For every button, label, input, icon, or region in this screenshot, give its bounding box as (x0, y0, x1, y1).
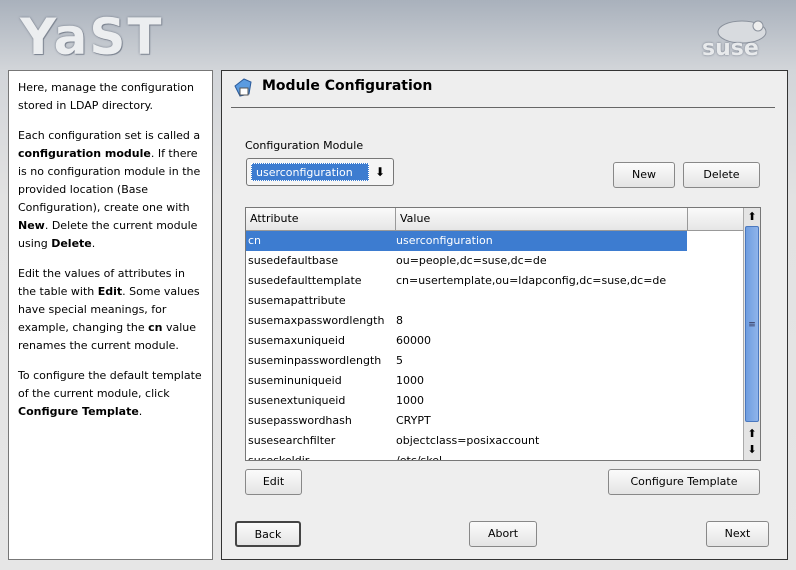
attribute-cell: susepasswordhash (248, 414, 352, 427)
help-paragraph: Edit the values of attributes in the tab… (18, 267, 200, 352)
table-row[interactable]: susemapattribute (246, 291, 687, 311)
scroll-up-icon[interactable]: ⬆ (745, 426, 759, 442)
table-row[interactable]: suseskeldir/etc/skel (246, 451, 687, 461)
table-row[interactable]: susemaxuniqueid 60000 (246, 331, 687, 351)
table-scrollbar[interactable]: ⬆ ≡ ⬆ ⬇ (743, 208, 760, 460)
edit-button[interactable]: Edit (245, 469, 302, 495)
table-row[interactable]: susedefaulttemplate cn=usertemplate,ou=ld… (246, 271, 687, 291)
suse-logo: suse (700, 14, 770, 64)
title-divider (231, 107, 775, 108)
table-row[interactable]: susesearchfilter objectclass=posixaccount (246, 431, 687, 451)
value-cell: 8 (396, 314, 403, 327)
attribute-cell: susenextuniqueid (248, 394, 346, 407)
help-paragraph: To configure the default template of the… (18, 369, 202, 418)
combo-label: Configuration Module (245, 139, 364, 152)
help-panel: Here, manage the configuration stored in… (8, 70, 213, 560)
value-cell: userconfiguration (396, 234, 493, 247)
attribute-cell: susemaxuniqueid (248, 334, 345, 347)
new-button[interactable]: New (613, 162, 675, 188)
delete-button[interactable]: Delete (683, 162, 760, 188)
attribute-table[interactable]: Attribute Value cn userconfiguration sused… (245, 207, 761, 461)
value-cell: 1000 (396, 374, 424, 387)
attribute-cell: susedefaulttemplate (248, 274, 362, 287)
table-row[interactable]: susemaxpasswordlength 8 (246, 311, 687, 331)
value-cell: 1000 (396, 394, 424, 407)
help-paragraph: Here, manage the configuration stored in… (18, 81, 195, 112)
scrollbar-thumb[interactable]: ≡ (745, 226, 759, 422)
value-cell: ou=people,dc=suse,dc=de (396, 254, 547, 267)
attribute-cell: suseskeldir (248, 454, 310, 461)
attribute-cell: susemapattribute (248, 294, 346, 307)
next-button[interactable]: Next (706, 521, 769, 547)
attribute-cell: susedefaultbase (248, 254, 339, 267)
table-row[interactable]: cn userconfiguration (246, 231, 687, 251)
attribute-cell: susemaxpasswordlength (248, 314, 385, 327)
configuration-module-select[interactable]: userconfiguration ⬇ (246, 158, 394, 186)
help-paragraph: Each configuration set is called a confi… (18, 129, 201, 250)
value-cell: CRYPT (396, 414, 431, 427)
attribute-cell: suseminpasswordlength (248, 354, 382, 367)
table-row[interactable]: susepasswordhash CRYPT (246, 411, 687, 431)
abort-button[interactable]: Abort (469, 521, 537, 547)
configure-template-button[interactable]: Configure Template (608, 469, 760, 495)
suse-text: suse (702, 36, 759, 61)
scroll-up-icon[interactable]: ⬆ (745, 209, 759, 225)
table-row[interactable]: susenextuniqueid 1000 (246, 391, 687, 411)
column-header-empty (688, 208, 746, 231)
dropdown-arrow-icon: ⬇ (374, 165, 386, 179)
table-row[interactable]: suseminpasswordlength 5 (246, 351, 687, 371)
combo-value: userconfiguration (251, 163, 369, 181)
scroll-down-icon[interactable]: ⬇ (745, 442, 759, 458)
attribute-cell: suseminuniqueid (248, 374, 342, 387)
table-row[interactable]: susedefaultbase ou=people,dc=suse,dc=de (246, 251, 687, 271)
attribute-cell: susesearchfilter (248, 434, 336, 447)
column-header-attribute[interactable]: Attribute (246, 208, 396, 231)
value-cell: 60000 (396, 334, 431, 347)
value-cell: /etc/skel (396, 454, 443, 461)
value-cell: 5 (396, 354, 403, 367)
page-title: Module Configuration (262, 78, 433, 94)
back-button[interactable]: Back (235, 521, 301, 547)
table-row[interactable]: suseminuniqueid 1000 (246, 371, 687, 391)
value-cell: objectclass=posixaccount (396, 434, 540, 447)
attribute-cell: cn (248, 234, 262, 247)
value-cell: cn=usertemplate,ou=ldapconfig,dc=suse,dc… (396, 274, 667, 287)
column-header-value[interactable]: Value (396, 208, 688, 231)
module-config-icon (234, 78, 252, 97)
yast-logo: YaST (20, 8, 164, 66)
